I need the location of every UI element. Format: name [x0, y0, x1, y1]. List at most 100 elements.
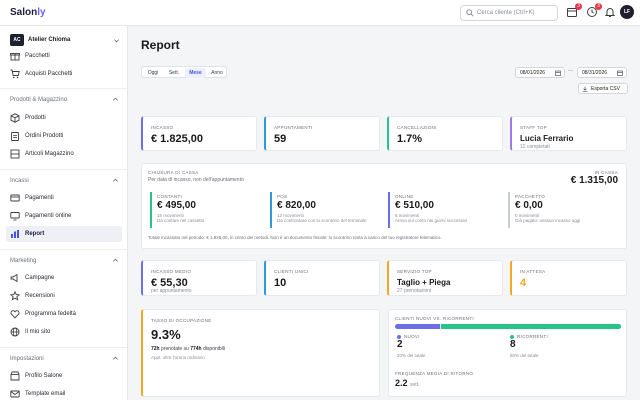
kpi-label: CANCELLAZIONI [397, 125, 437, 130]
sidebar-item-recensioni[interactable]: Recensioni [6, 288, 122, 304]
sidebar-item-label: Prodotti [25, 115, 46, 121]
sidebar-item-profilo-salone[interactable]: Profilo Salone [6, 368, 122, 384]
occupancy-card: TASSO DI OCCUPAZIONE 9.3% 72h prenotate … [141, 309, 380, 397]
sidebar-item-articoli-magazzino[interactable]: Articoli Magazzino [6, 146, 122, 162]
kpi-value: Lucia Ferrario [520, 134, 574, 143]
globe-icon [10, 327, 20, 337]
period-option-settimana[interactable]: Sett. [164, 68, 184, 78]
page-title: Report [141, 38, 180, 52]
return-frequency-value: 2.2 sett. [395, 378, 420, 388]
section-header-marketing[interactable]: Marketing [10, 258, 36, 264]
export-label: Esporta CSV [591, 86, 620, 92]
ratio-bar [395, 324, 621, 329]
sidebar-item-campagne[interactable]: Campagne [6, 270, 122, 286]
divider [0, 347, 128, 348]
method-label: PACCHETTO [515, 194, 546, 199]
legend-pct: 80% del totale [510, 353, 539, 358]
sidebar-item-report[interactable]: Report [6, 226, 122, 242]
clock-notification-button[interactable]: 3 [586, 3, 602, 18]
sidebar-item-acquisti-pacchetti[interactable]: Acquisti Pacchetti [6, 66, 122, 82]
mail-icon [10, 390, 20, 398]
section-header-incassi[interactable]: Incassi [10, 178, 29, 184]
method-value: € 820,00 [277, 200, 316, 211]
kpi-value: Taglio + Piega [397, 278, 451, 287]
export-csv-button[interactable]: Esporta CSV [578, 83, 628, 94]
kpi-card-clienti-unici: CLIENTI UNICI 10 [264, 260, 380, 296]
new-vs-returning-label: CLIENTI NUOVI VS. RICORRENTI [395, 316, 474, 321]
method-note: Arriva sul conto nei giorni successivi [395, 218, 468, 223]
period-option-oggi[interactable]: Oggi [143, 68, 163, 78]
method-label: POS [277, 194, 288, 199]
sidebar-item-pagamenti-online[interactable]: Pagamenti online [6, 208, 122, 224]
date-from-input[interactable]: 08/01/2026 [515, 67, 565, 78]
gift-icon [10, 53, 20, 61]
chevron-down-icon [114, 39, 119, 43]
occupancy-value: 9.3% [151, 327, 181, 342]
date-to-value: 08/31/2026 [582, 70, 608, 76]
cash-method-pacchetto: PACCHETTO € 0,00 0 movimenti Già pagato:… [508, 192, 618, 228]
occupancy-note: Appt. oltre l'orario ordinario [151, 355, 205, 360]
sidebar-item-prodotti[interactable]: Prodotti [6, 110, 122, 126]
app-logo[interactable]: Salonly [10, 7, 46, 18]
section-header-prodotti[interactable]: Prodotti & Magazzino [10, 97, 67, 103]
kpi-value: € 1.825,00 [151, 133, 203, 145]
sidebar-item-pagamenti[interactable]: Pagamenti [6, 190, 122, 206]
bar-chart-icon [11, 230, 19, 238]
date-separator: — [568, 68, 573, 74]
kpi-card-staff-top: STAFF TOP Lucia Ferrario 12 completati [510, 116, 627, 151]
user-avatar[interactable]: LF [620, 5, 634, 19]
kpi-sub: per appuntamento [151, 288, 192, 294]
kpi-sub: 27 prenotazioni [397, 288, 432, 294]
sidebar-item-programma-fedelta[interactable]: Programma fedeltà [6, 306, 122, 322]
legend-label: RICORRENTI [517, 334, 548, 339]
method-label: CONTANTI [157, 194, 183, 199]
bell-button[interactable] [604, 6, 616, 18]
chevron-up-icon[interactable] [112, 177, 119, 184]
sidebar-item-label: Articoli Magazzino [25, 151, 74, 157]
workspace-switcher[interactable]: AC Atelier Chioma [10, 34, 122, 48]
method-value: € 0,00 [515, 200, 543, 211]
date-to-input[interactable]: 08/31/2026 [577, 67, 627, 78]
sidebar-item-label: Profilo Salone [25, 373, 63, 379]
sidebar-item-ordini-prodotti[interactable]: Ordini Prodotti [6, 128, 122, 144]
search-input[interactable]: Cerca cliente (Ctrl+K) [460, 5, 558, 21]
sidebar-item-il-mio-sito[interactable]: Il mio sito [6, 324, 122, 340]
sidebar-item-pacchetti[interactable]: Pacchetti [6, 48, 122, 64]
period-option-anno[interactable]: Anno [207, 68, 227, 78]
sidebar-item-label: Pagamenti [25, 195, 54, 201]
chevron-up-icon[interactable] [112, 96, 119, 103]
calendar-notification-button[interactable]: 3 [566, 3, 582, 18]
section-header-impostazioni[interactable]: Impostazioni [10, 356, 44, 362]
legend-pct: 20% del totale [397, 353, 426, 358]
monitor-icon [10, 212, 20, 221]
kpi-label: CLIENTI UNICI [274, 269, 309, 274]
calendar-icon [617, 70, 623, 76]
search-placeholder: Cerca cliente (Ctrl+K) [477, 10, 535, 16]
cart-icon [10, 69, 20, 79]
sidebar: AC Atelier Chioma Pacchetti Acquisti Pac… [0, 26, 128, 400]
heart-icon [10, 310, 20, 319]
chevron-up-icon[interactable] [112, 257, 119, 264]
box-icon [10, 113, 20, 123]
cash-method-pos: POS € 820,00 12 movimenti Da confrontare… [270, 192, 380, 228]
chevron-up-icon[interactable] [112, 355, 119, 362]
kpi-card-appuntamenti: APPUNTAMENTI 59 [264, 116, 380, 151]
kpi-value: 59 [274, 133, 287, 145]
kpi-label: INCASSO MEDIO [151, 269, 192, 274]
kpi-value: 1.7% [397, 133, 423, 145]
download-icon [582, 86, 588, 92]
sidebar-item-template-email[interactable]: Template email [6, 386, 122, 400]
cash-method-online: ONLINE € 510,00 8 movimenti Arriva sul c… [388, 192, 498, 228]
star-icon [10, 291, 20, 301]
kpi-label: INCASSO [151, 125, 174, 130]
bell-icon [604, 8, 616, 17]
top-bar: Salonly Cerca cliente (Ctrl+K) 3 3 LF [0, 0, 640, 26]
cash-closure-card: CHIUSURA DI CASSA Per data di incasso, n… [141, 163, 627, 249]
cash-method-contanti: CONTANTI € 495,00 15 movimenti Da contar… [150, 192, 260, 228]
period-option-mese[interactable]: Mese [185, 68, 206, 78]
method-value: € 495,00 [157, 200, 196, 211]
kpi-value: 10 [274, 277, 287, 289]
ratio-bar-returning [441, 324, 621, 329]
sidebar-item-label: Pagamenti online [25, 213, 72, 219]
kpi-label: SERVIZIO TOP [397, 269, 432, 274]
